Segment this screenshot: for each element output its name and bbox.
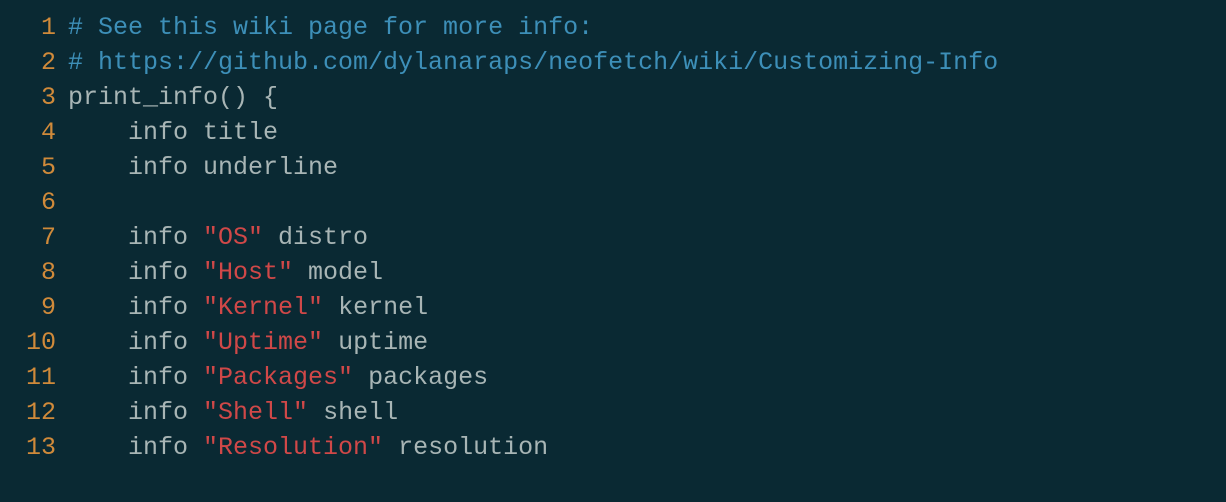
token-default: info underline <box>68 153 338 182</box>
token-default: info <box>68 433 203 462</box>
token-string: "Shell" <box>203 398 308 427</box>
line-number: 7 <box>0 220 68 255</box>
code-line[interactable]: 8 info "Host" model <box>0 255 1226 290</box>
code-content[interactable]: info title <box>68 115 278 150</box>
code-line[interactable]: 10 info "Uptime" uptime <box>0 325 1226 360</box>
line-number: 4 <box>0 115 68 150</box>
token-default: distro <box>263 223 368 252</box>
line-number: 12 <box>0 395 68 430</box>
line-number: 11 <box>0 360 68 395</box>
token-default: shell <box>308 398 398 427</box>
token-default: info <box>68 328 203 357</box>
token-string: "Uptime" <box>203 328 323 357</box>
line-number: 5 <box>0 150 68 185</box>
line-number: 10 <box>0 325 68 360</box>
code-line[interactable]: 12 info "Shell" shell <box>0 395 1226 430</box>
token-string: "Packages" <box>203 363 353 392</box>
code-content[interactable]: # See this wiki page for more info: <box>68 10 593 45</box>
token-default: packages <box>353 363 488 392</box>
line-number: 9 <box>0 290 68 325</box>
token-default: info <box>68 398 203 427</box>
token-default: info <box>68 363 203 392</box>
code-content[interactable]: info "Uptime" uptime <box>68 325 428 360</box>
code-line[interactable]: 7 info "OS" distro <box>0 220 1226 255</box>
token-default: resolution <box>383 433 548 462</box>
line-number: 13 <box>0 430 68 465</box>
code-content[interactable]: info "OS" distro <box>68 220 368 255</box>
code-line[interactable]: 11 info "Packages" packages <box>0 360 1226 395</box>
code-content[interactable]: info "Resolution" resolution <box>68 430 548 465</box>
code-content[interactable]: info "Kernel" kernel <box>68 290 428 325</box>
token-default: info title <box>68 118 278 147</box>
token-string: "Host" <box>203 258 293 287</box>
token-default: uptime <box>323 328 428 357</box>
token-default: info <box>68 258 203 287</box>
code-line[interactable]: 4 info title <box>0 115 1226 150</box>
code-line[interactable]: 1# See this wiki page for more info: <box>0 10 1226 45</box>
code-line[interactable]: 9 info "Kernel" kernel <box>0 290 1226 325</box>
code-editor[interactable]: 1# See this wiki page for more info:2# h… <box>0 10 1226 465</box>
code-content[interactable]: info "Host" model <box>68 255 383 290</box>
line-number: 3 <box>0 80 68 115</box>
line-number: 8 <box>0 255 68 290</box>
token-string: "OS" <box>203 223 263 252</box>
code-line[interactable]: 3print_info() { <box>0 80 1226 115</box>
code-content[interactable]: print_info() { <box>68 80 278 115</box>
token-default: kernel <box>323 293 428 322</box>
code-line[interactable]: 13 info "Resolution" resolution <box>0 430 1226 465</box>
code-line[interactable]: 6 <box>0 185 1226 220</box>
token-comment: # https://github.com/dylanaraps/neofetch… <box>68 48 998 77</box>
line-number: 2 <box>0 45 68 80</box>
token-default: info <box>68 223 203 252</box>
line-number: 1 <box>0 10 68 45</box>
token-default: info <box>68 293 203 322</box>
token-default: print_info() { <box>68 83 278 112</box>
code-content[interactable]: info "Packages" packages <box>68 360 488 395</box>
token-comment: # See this wiki page for more info: <box>68 13 593 42</box>
code-content[interactable]: info "Shell" shell <box>68 395 398 430</box>
code-content[interactable]: info underline <box>68 150 338 185</box>
line-number: 6 <box>0 185 68 220</box>
token-string: "Kernel" <box>203 293 323 322</box>
token-string: "Resolution" <box>203 433 383 462</box>
code-line[interactable]: 2# https://github.com/dylanaraps/neofetc… <box>0 45 1226 80</box>
code-line[interactable]: 5 info underline <box>0 150 1226 185</box>
token-default: model <box>293 258 383 287</box>
code-content[interactable]: # https://github.com/dylanaraps/neofetch… <box>68 45 998 80</box>
